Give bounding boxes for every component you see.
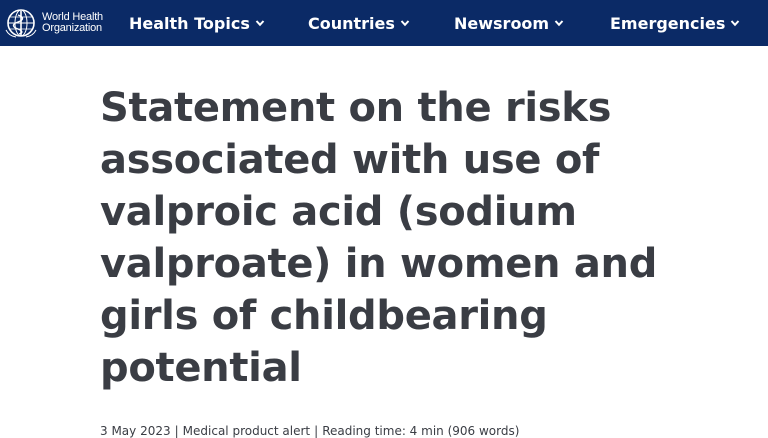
nav-item-label: Countries xyxy=(308,13,395,33)
who-logo[interactable]: World Health Organization xyxy=(4,8,103,38)
chevron-down-icon xyxy=(255,20,265,27)
nav-item-health-topics[interactable]: Health Topics xyxy=(129,0,265,46)
who-emblem-icon xyxy=(5,9,37,38)
meta-separator: | xyxy=(314,424,319,438)
article-meta: 3 May 2023 | Medical product alert | Reading… xyxy=(100,424,519,438)
article-reading-time: Reading time: 4 min (906 words) xyxy=(322,424,520,438)
nav-item-label: Emergencies xyxy=(610,13,726,33)
article-type: Medical product alert xyxy=(182,424,311,438)
meta-separator: | xyxy=(174,424,179,438)
nav-item-newsroom[interactable]: Newsroom xyxy=(454,0,564,46)
nav-item-emergencies[interactable]: Emergencies xyxy=(610,0,740,46)
logo-text-line2: Organization xyxy=(42,22,102,34)
chevron-down-icon xyxy=(731,20,740,27)
top-navigation-bar: World Health Organization Health Topics … xyxy=(0,0,768,46)
nav-item-countries[interactable]: Countries xyxy=(308,0,410,46)
article-date: 3 May 2023 xyxy=(100,424,171,438)
page-title: Statement on the risks associated with u… xyxy=(100,85,658,391)
logo-text: World Health Organization xyxy=(42,12,103,34)
chevron-down-icon xyxy=(554,20,564,27)
chevron-down-icon xyxy=(400,20,410,27)
nav-item-label: Health Topics xyxy=(129,13,250,33)
nav-item-label: Newsroom xyxy=(454,13,550,33)
